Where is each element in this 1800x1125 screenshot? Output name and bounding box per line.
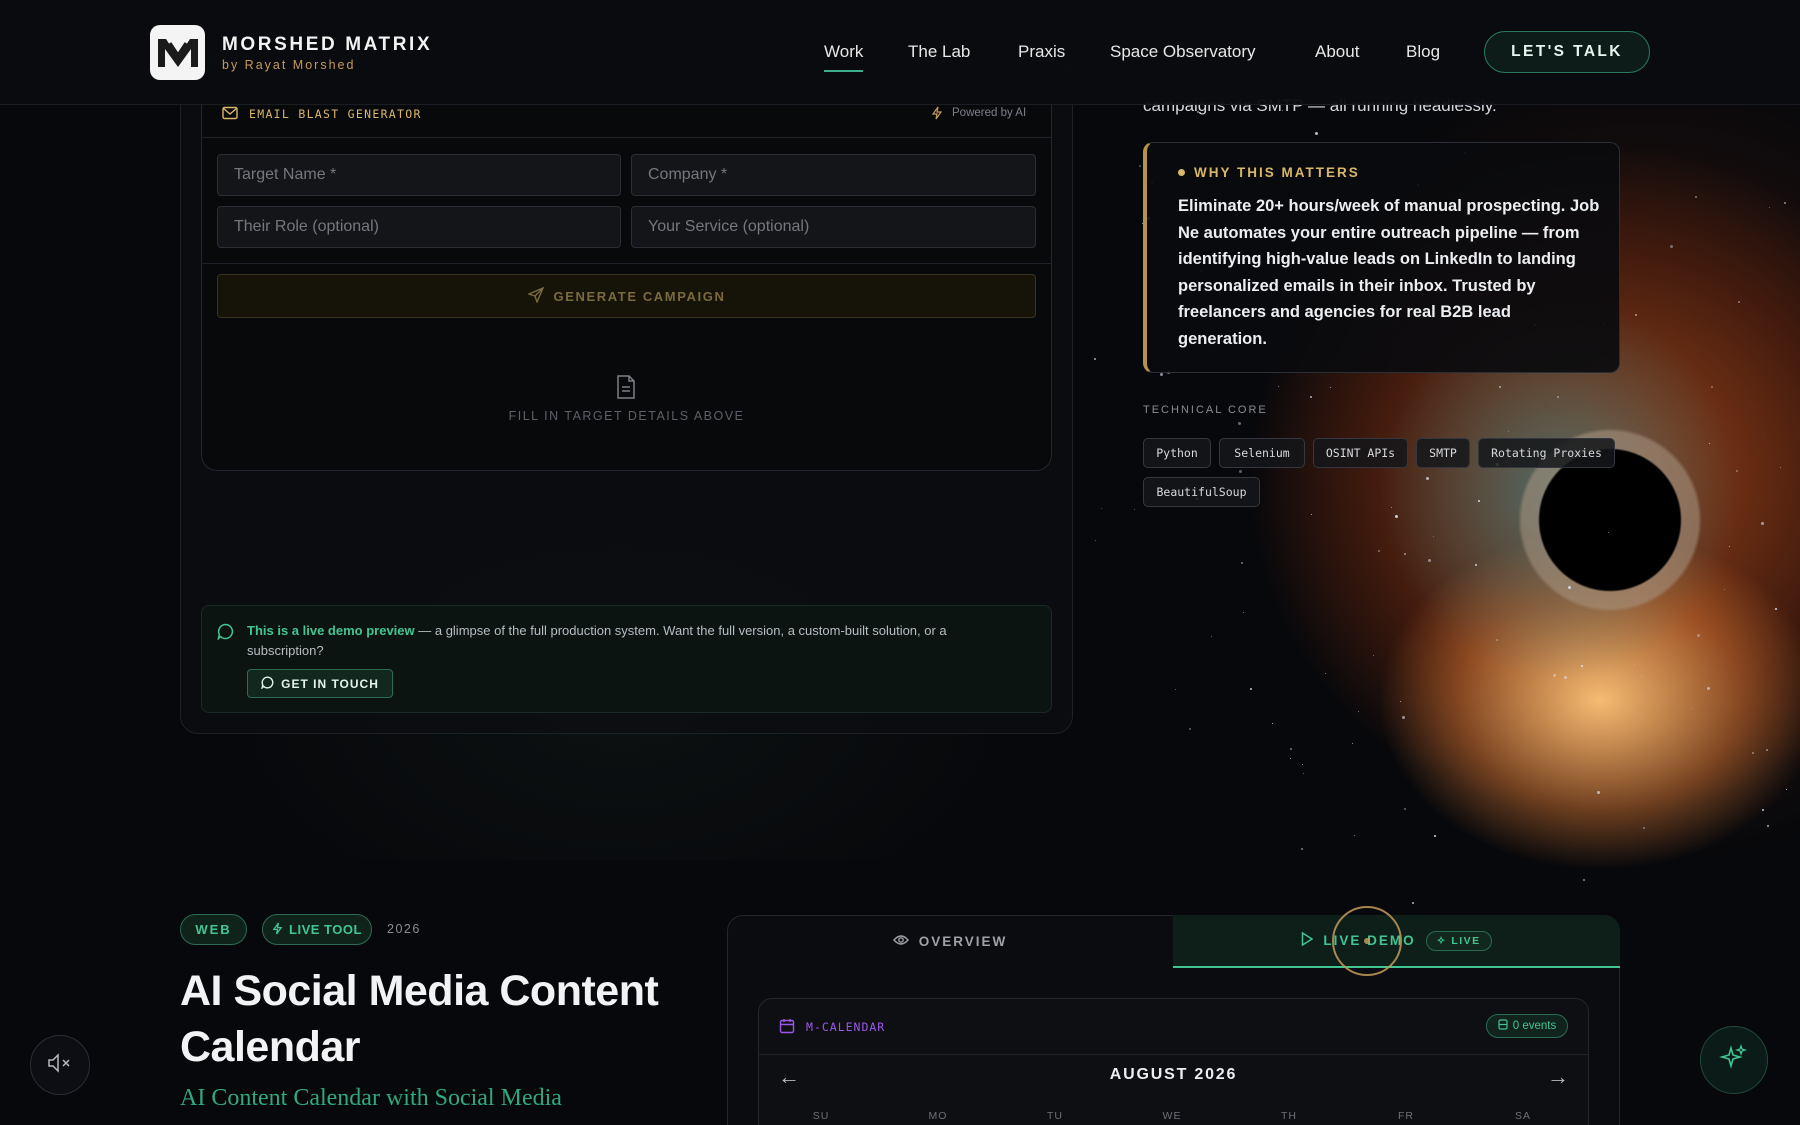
cursor-target-ring [1332, 906, 1402, 976]
document-icon [616, 375, 636, 404]
divider [201, 263, 1052, 264]
tech-tag: BeautifulSoup [1143, 477, 1260, 507]
live-demo-text: This is a live demo preview — a glimpse … [247, 621, 1007, 661]
get-in-touch-button[interactable]: GET IN TOUCH [247, 669, 393, 698]
tech-tag: OSINT APIs [1313, 438, 1408, 468]
calendar-month: AUGUST 2026 [1109, 1066, 1238, 1083]
live-tool-label: LIVE TOOL [289, 922, 362, 937]
sparkles-icon [1719, 1043, 1749, 1078]
live-badge: ✧ LIVE [1425, 930, 1492, 951]
nav-blog[interactable]: Blog [1406, 42, 1440, 62]
tech-tag: Rotating Proxies [1478, 438, 1615, 468]
why-this-matters-title: WHY THIS MATTERS [1178, 165, 1360, 180]
database-icon [1498, 1019, 1508, 1033]
brand-title[interactable]: MORSHED MATRIX [222, 34, 432, 56]
target-name-input[interactable] [217, 154, 621, 196]
role-input[interactable] [217, 206, 621, 248]
live-badge-label: LIVE [1451, 934, 1481, 947]
tab-overview-label: OVERVIEW [918, 934, 1008, 949]
chat-icon [261, 675, 274, 692]
tag-live-tool: LIVE TOOL [262, 914, 372, 945]
weekday-label: SU [812, 1110, 830, 1122]
site-header: MORSHED MATRIX by Rayat Morshed Work The… [0, 0, 1800, 105]
bolt-icon [931, 106, 943, 125]
tech-tag: Python [1143, 438, 1211, 468]
get-in-touch-label: GET IN TOUCH [281, 676, 379, 691]
calendar-widget [758, 998, 1589, 1125]
lets-talk-button[interactable]: LET'S TALK [1484, 31, 1650, 73]
live-demo-highlight: This is a live demo preview [247, 623, 415, 638]
why-title-text: WHY THIS MATTERS [1194, 165, 1360, 180]
brand-subtitle: by Rayat Morshed [222, 58, 356, 72]
weekday-label: WE [1162, 1110, 1182, 1122]
tech-tag: Selenium [1219, 438, 1305, 468]
play-icon [1301, 931, 1314, 949]
ai-assistant-button[interactable] [1700, 1026, 1768, 1094]
events-badge: 0 events [1486, 1014, 1568, 1038]
weekday-label: FR [1398, 1110, 1414, 1122]
mail-icon [222, 106, 238, 125]
nav-work[interactable]: Work [824, 42, 864, 72]
email-generator-title: EMAIL BLAST GENERATOR [249, 107, 422, 121]
weekday-label: TU [1047, 1110, 1063, 1122]
tech-tag: SMTP [1416, 438, 1470, 468]
speaker-muted-icon [47, 1052, 73, 1078]
mm-monogram-logo[interactable] [150, 25, 205, 80]
calendar-label: M-CALENDAR [806, 1020, 886, 1034]
eye-icon [892, 934, 909, 949]
nav-the-lab[interactable]: The Lab [908, 42, 970, 62]
project-year: 2026 [387, 922, 421, 936]
chat-bubble-icon [217, 623, 234, 645]
generate-campaign-button[interactable]: GENERATE CAMPAIGN [217, 274, 1036, 318]
weekday-label: MO [928, 1110, 948, 1122]
weekday-header: SU MO TU WE TH FR SA [758, 1110, 1589, 1125]
empty-state-text: FILL IN TARGET DETAILS ABOVE [508, 409, 745, 423]
service-input[interactable] [631, 206, 1036, 248]
send-icon [526, 286, 544, 306]
next-month-button[interactable]: → [1547, 1064, 1569, 1090]
mute-toggle-button[interactable] [30, 1035, 90, 1095]
weekday-label: SA [1514, 1110, 1531, 1122]
company-input[interactable] [631, 154, 1036, 196]
why-this-matters-body: Eliminate 20+ hours/week of manual prosp… [1178, 197, 1600, 348]
powered-by-ai: Powered by AI [952, 107, 1027, 119]
nav-space-observatory[interactable]: Space Observatory [1110, 42, 1256, 62]
technical-core-label: TECHNICAL CORE [1143, 404, 1268, 416]
calendar-icon [779, 1018, 795, 1039]
project-title: AI Social Media Content Calendar [180, 967, 659, 1071]
generate-campaign-label: GENERATE CAMPAIGN [553, 288, 726, 304]
tab-overview[interactable]: OVERVIEW [727, 915, 1173, 968]
project-subtitle: AI Content Calendar with Social Media [180, 1085, 562, 1111]
tag-web: WEB [180, 914, 247, 945]
target-dot [1364, 938, 1370, 944]
nav-about[interactable]: About [1315, 42, 1359, 62]
bullet-dot [1178, 169, 1185, 176]
events-count: 0 events [1512, 1020, 1557, 1032]
calendar-header-divider [758, 1054, 1589, 1055]
nav-praxis[interactable]: Praxis [1018, 42, 1065, 62]
weekday-label: TH [1281, 1110, 1297, 1122]
bolt-icon [272, 922, 283, 938]
